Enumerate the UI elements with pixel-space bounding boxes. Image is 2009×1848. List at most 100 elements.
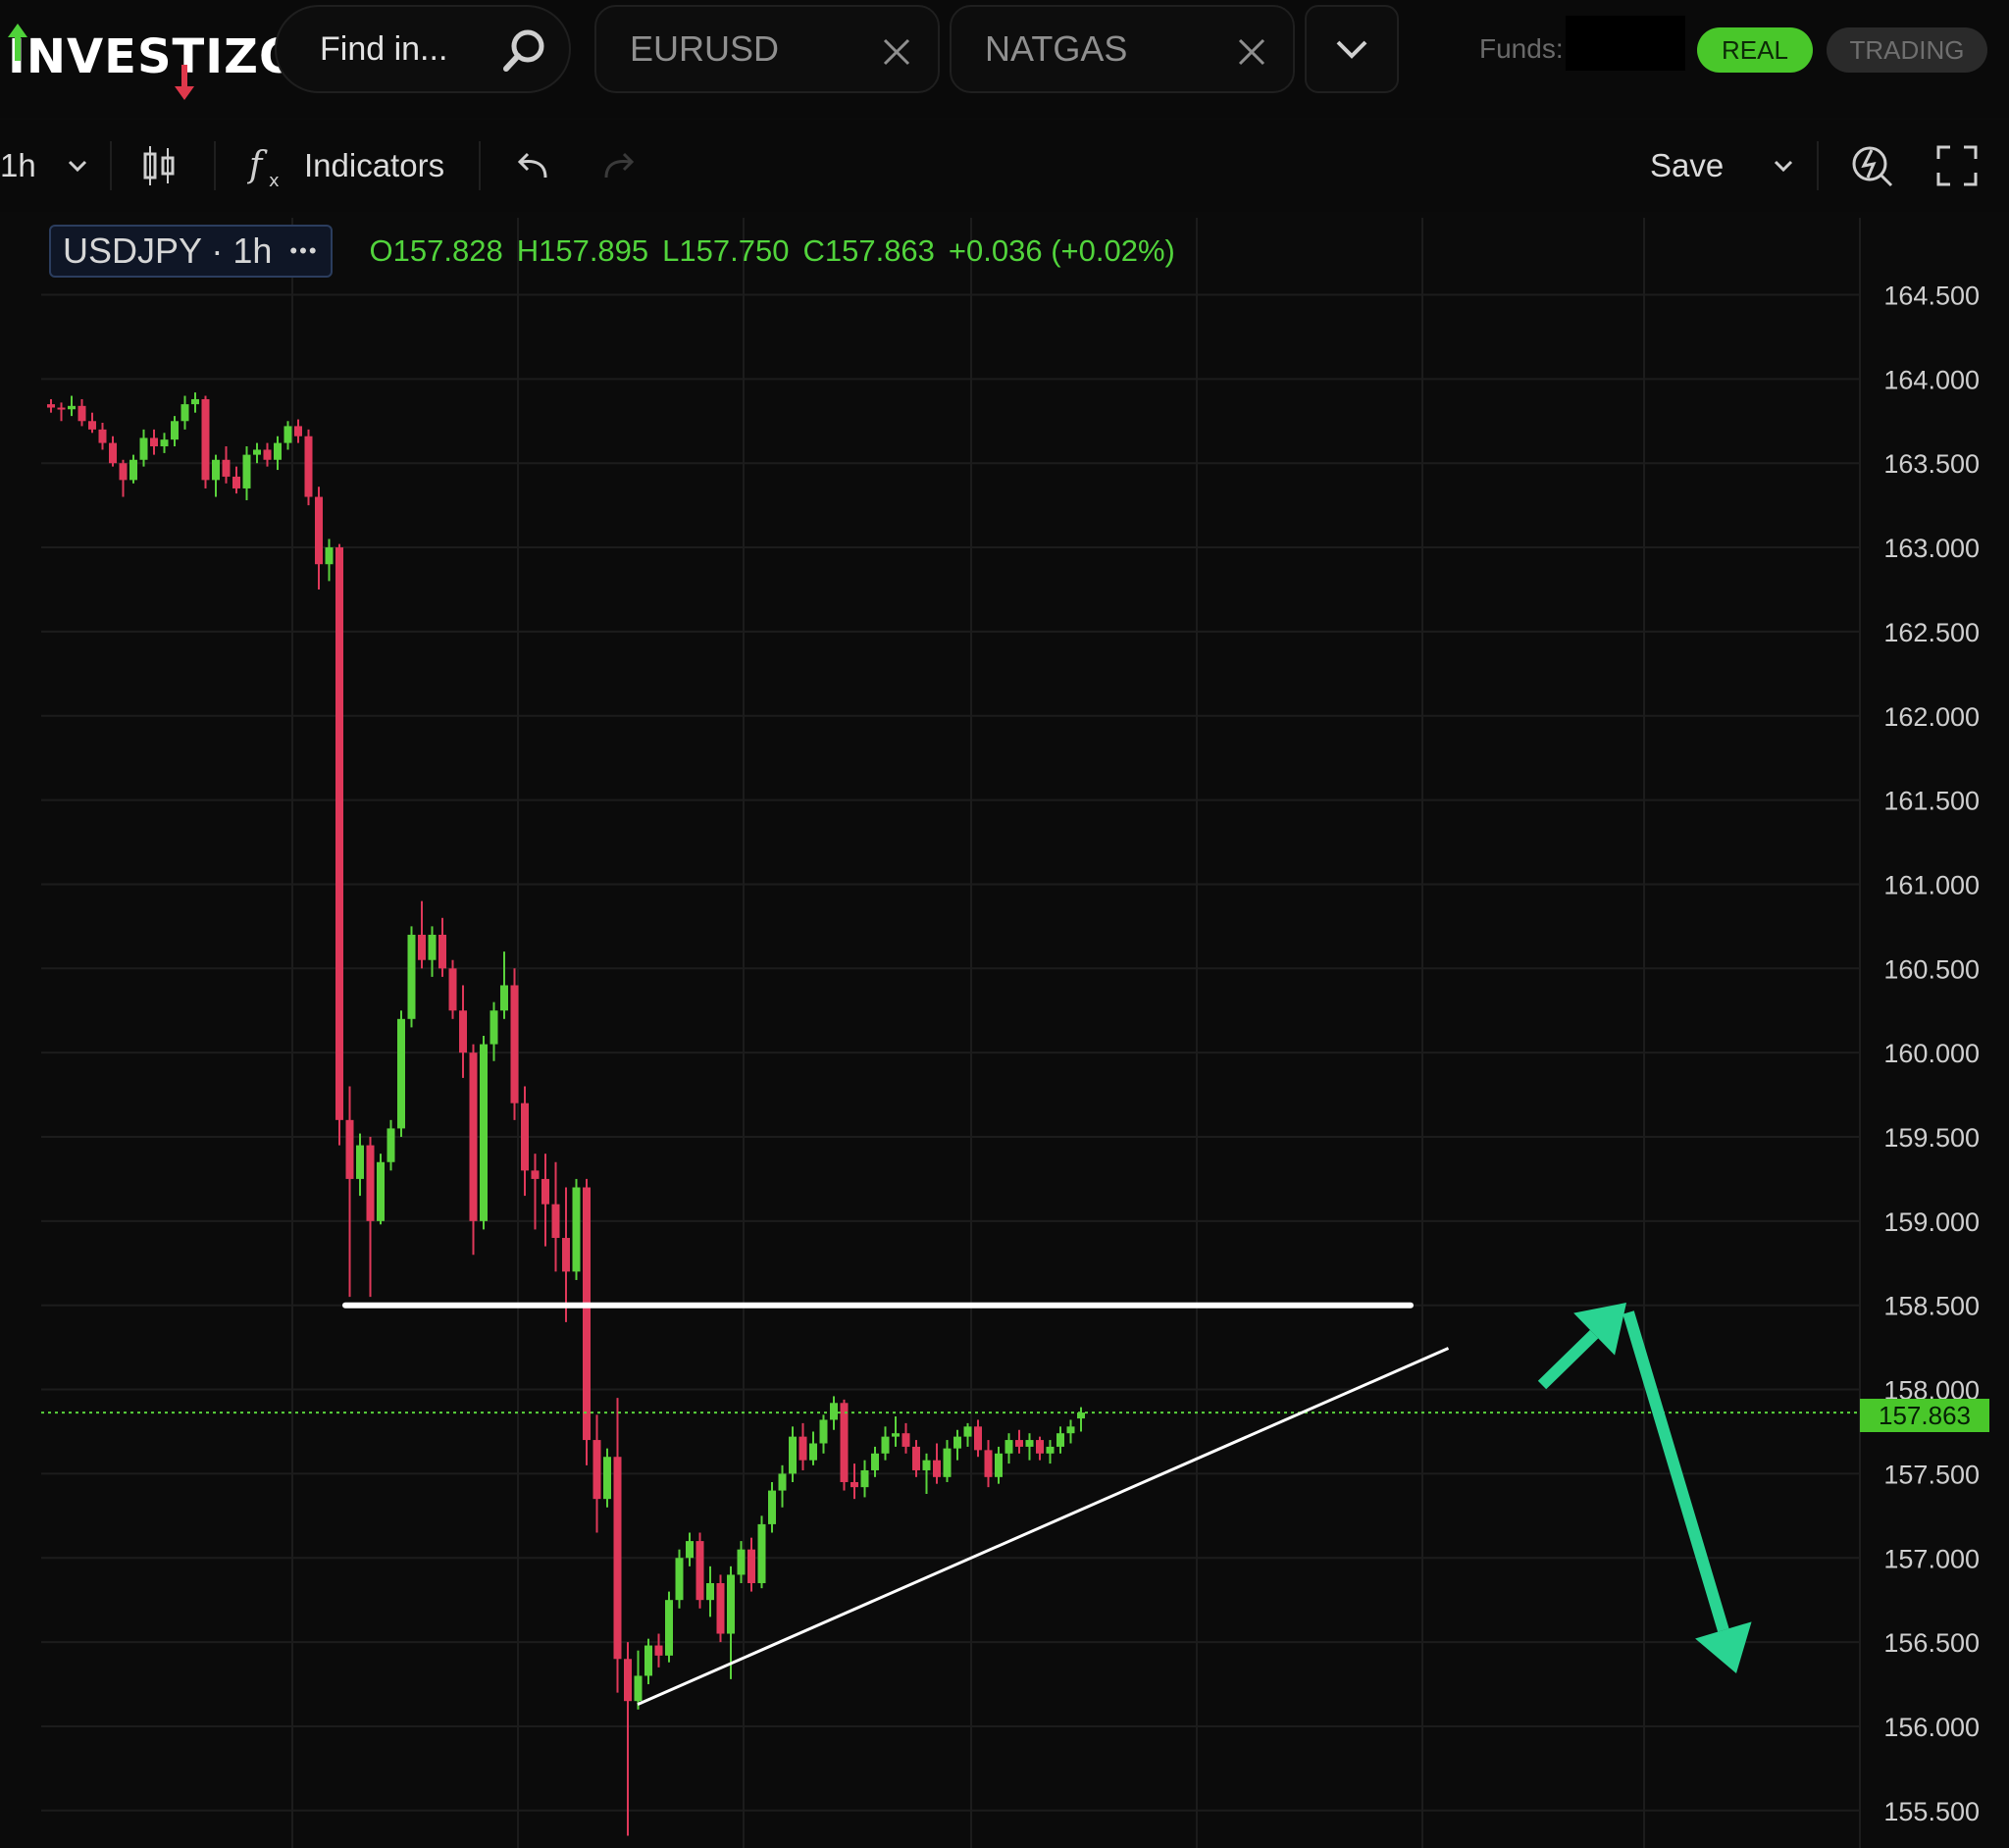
trading-account-toggle[interactable]: TRADING [1827,27,1987,73]
symbol-badge[interactable]: USDJPY · 1h ••• [49,225,333,278]
candle-body [531,1170,540,1179]
candle-body [283,426,292,443]
candle-body [892,1433,900,1437]
logo-down-arrow-icon [175,65,194,100]
candle-body [901,1433,910,1447]
undo-button[interactable] [512,120,551,212]
indicators-button[interactable]: f x Indicators [247,120,444,212]
candle-body [1056,1433,1064,1447]
candle-body [706,1583,714,1601]
candle-body [345,1119,354,1179]
candle-body [407,934,416,1019]
candle-body [448,968,457,1011]
candle-body [583,1187,591,1441]
candle-body [325,547,334,565]
candle-body [438,934,446,969]
price-axis-tick-label: 155.500 [1883,1797,1980,1826]
candle-body [510,985,519,1104]
search-lightning-icon [1852,146,1893,187]
search-icon[interactable] [500,26,547,74]
candle-body [489,1010,498,1045]
candle-body [222,459,231,477]
candle-body [47,404,55,408]
candle-body [737,1549,746,1575]
candle-body [129,459,137,481]
open-value: O157.828 [369,233,503,268]
change-value: +0.036 (+0.02%) [948,233,1175,268]
candle-body [1036,1440,1044,1454]
candle-body [747,1549,755,1584]
candle-body [1015,1440,1023,1447]
candle-body [521,1103,529,1171]
chevron-down-icon [68,160,86,173]
chart-toolbar: 1h f x Indicators Save [0,120,2009,212]
candle-body [963,1426,972,1437]
price-chart[interactable]: 164.500 164.000 163.500 163.000 162.500 162.0… [0,214,2009,1848]
logo-wordmark: INVESTIZO [8,29,300,84]
candle-body [57,407,66,410]
divider [110,141,112,190]
candle-body [727,1574,735,1634]
price-axis-tick-label: 159.000 [1883,1207,1980,1237]
real-account-toggle[interactable]: REAL [1697,27,1813,73]
fullscreen-button[interactable] [1936,120,1978,212]
price-axis-tick-label: 157.000 [1883,1544,1980,1573]
save-button[interactable]: Save [1650,120,1724,212]
more-tabs-button[interactable] [1305,5,1399,93]
candle-body [789,1436,797,1474]
candle-body [686,1541,694,1559]
candle-body [953,1436,961,1449]
candle-body [386,1128,395,1162]
candle-body [150,437,158,447]
candlestick-icon [143,146,175,185]
candle-body [304,436,313,497]
low-value: L157.750 [662,233,790,268]
candle-body [459,1010,467,1053]
candle-body [768,1490,776,1524]
chevron-down-icon [1774,160,1793,173]
quick-search-button[interactable] [1848,120,1895,212]
tab-eurusd[interactable]: EURUSD [594,5,940,93]
candle-body [377,1161,385,1221]
candle-body [995,1453,1003,1477]
search-input[interactable]: Find in... [275,5,571,93]
candle-body [592,1440,601,1500]
price-axis-tick-label: 159.500 [1883,1123,1980,1153]
interval-selector[interactable]: 1h [0,120,87,212]
logo[interactable]: INVESTIZO [8,18,300,100]
candle-body [974,1426,982,1451]
chart-background [0,214,2009,1848]
more-icon[interactable]: ••• [289,238,318,264]
candle-body [634,1675,643,1702]
close-icon[interactable] [881,36,912,68]
candle-body [757,1523,766,1584]
tab-natgas[interactable]: NATGAS [950,5,1295,93]
close-icon[interactable] [1236,36,1267,68]
svg-text:x: x [269,171,280,188]
candle-body [933,1460,941,1477]
search-placeholder: Find in... [320,29,448,68]
top-bar: INVESTIZO Find in... EURUSD NATGAS Funds… [0,0,2009,118]
candle-body [665,1600,673,1656]
candle-body [212,459,220,481]
chart-type-button[interactable] [141,120,177,212]
chart-legend: USDJPY · 1h ••• O157.828 H157.895 L157.7… [49,224,1175,279]
redo-button[interactable] [600,120,640,212]
candle-body [119,463,128,481]
candle-body [315,496,323,565]
candle-body [469,1052,478,1221]
undo-icon [517,152,547,179]
interval-label: 1h [0,147,36,183]
candle-body [541,1178,549,1205]
candle-body [644,1645,652,1676]
candle-body [232,476,240,488]
candle-body [98,429,107,443]
candle-body [366,1145,375,1221]
last-price-tag: 157.863 [1860,1399,1989,1432]
candle-body [88,421,96,430]
tab-label: NATGAS [985,28,1128,69]
svg-text:f: f [247,145,268,185]
redo-icon [604,152,635,179]
save-options-button[interactable] [1774,120,1793,212]
candle-body [922,1460,931,1470]
